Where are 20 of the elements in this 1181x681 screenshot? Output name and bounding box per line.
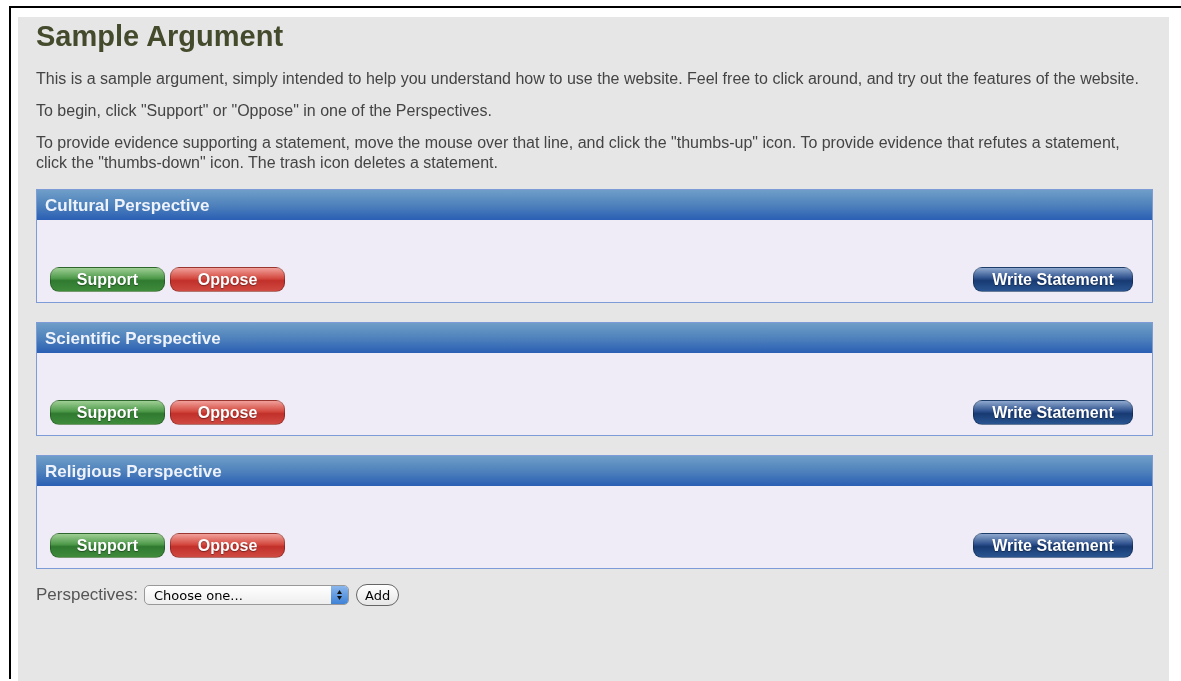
panel-header: Scientific Perspective [37, 323, 1152, 353]
perspective-select[interactable]: Choose one... [144, 585, 350, 605]
add-button[interactable]: Add [356, 584, 400, 606]
instruction-text: This is a sample argument, simply intended to help you understand how to use the website. Feel free to click around, and try out the features of the website. [36, 69, 1140, 89]
instruction-text: To provide evidence supporting a statement, move the mouse over that line, and click the "thumbs-up" icon. To provide evidence that refutes a statement, click the "thumbs-down" icon. The trash icon deletes a statement. [36, 133, 1121, 173]
oppose-button[interactable]: Oppose [170, 400, 285, 425]
write-statement-button[interactable]: Write Statement [973, 533, 1133, 558]
write-statement-button[interactable]: Write Statement [973, 267, 1133, 292]
oppose-button[interactable]: Oppose [170, 533, 285, 558]
oppose-button[interactable]: Oppose [170, 267, 285, 292]
instruction-text: To begin, click "Support" or "Oppose" in one of the Perspectives. [36, 101, 493, 121]
support-button[interactable]: Support [50, 533, 165, 558]
support-button[interactable]: Support [50, 400, 165, 425]
support-button[interactable]: Support [50, 267, 165, 292]
write-statement-button[interactable]: Write Statement [973, 400, 1133, 425]
stepper-icon [331, 586, 349, 604]
panel-header: Cultural Perspective [37, 190, 1152, 220]
page-title: Sample Argument [36, 20, 285, 53]
panel-header: Religious Perspective [37, 456, 1152, 486]
perspectives-label: Perspectives: [36, 585, 139, 605]
